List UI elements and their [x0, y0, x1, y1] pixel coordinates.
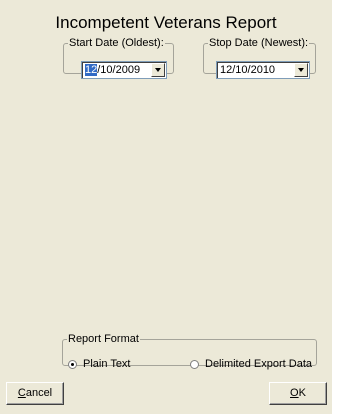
- start-date-group: Start Date (Oldest): 12/10/2009: [63, 37, 174, 79]
- stop-date-dropdown-button[interactable]: [294, 63, 308, 77]
- delimited-export-radio[interactable]: [190, 359, 199, 369]
- ok-button[interactable]: OK: [269, 382, 327, 405]
- delimited-export-label: Delimited Export Data: [205, 358, 312, 370]
- cancel-mnemonic: C: [17, 387, 26, 399]
- ok-mnemonic: O: [290, 387, 299, 399]
- start-date-picker[interactable]: 12/10/2009: [81, 61, 167, 79]
- start-date-dropdown-button[interactable]: [151, 63, 165, 77]
- chevron-down-icon: [155, 68, 161, 72]
- cancel-label-rest: ancel: [25, 387, 53, 399]
- stop-date-picker[interactable]: 12/10/2010: [216, 61, 310, 79]
- delimited-export-option[interactable]: Delimited Export Data: [190, 357, 312, 371]
- start-date-selected-segment: 12: [85, 64, 98, 76]
- plain-text-label: Plain Text: [83, 358, 131, 370]
- start-date-label: Start Date (Oldest):: [69, 37, 164, 49]
- ok-label-rest: K: [298, 387, 306, 399]
- report-format-group: Report Format Plain Text Delimited Expor…: [62, 333, 317, 370]
- report-form: Incompetent Veterans Report Start Date (…: [0, 0, 332, 414]
- chevron-down-icon: [298, 68, 304, 72]
- stop-date-value[interactable]: 12/10/2010: [220, 64, 275, 77]
- plain-text-radio[interactable]: [68, 359, 77, 369]
- report-title: Incompetent Veterans Report: [55, 13, 277, 32]
- plain-text-option[interactable]: Plain Text: [68, 357, 131, 371]
- stop-date-group: Stop Date (Newest): 12/10/2010: [203, 37, 316, 79]
- cancel-button[interactable]: Cancel: [6, 382, 64, 405]
- stop-date-label: Stop Date (Newest):: [209, 37, 309, 49]
- report-format-label: Report Format: [68, 333, 139, 345]
- start-date-remainder: /10/2009: [97, 64, 141, 76]
- start-date-value[interactable]: 12/10/2009: [85, 64, 140, 77]
